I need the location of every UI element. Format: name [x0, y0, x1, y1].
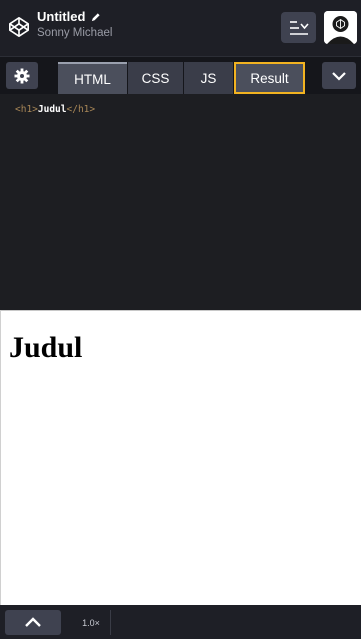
tab-css-label: CSS — [141, 70, 170, 86]
tab-html-label: HTML — [74, 71, 111, 87]
code-editor[interactable]: <h1>Judul</h1> — [0, 94, 361, 310]
codepen-logo-icon[interactable] — [8, 16, 30, 38]
layout-toggle-icon — [289, 20, 309, 35]
bottom-bar: 1.0× — [0, 605, 361, 639]
pen-title-block: Untitled Sonny Michael — [37, 9, 112, 41]
code-line-1[interactable]: <h1>Judul</h1> — [15, 104, 95, 116]
zoom-level[interactable]: 1.0× — [72, 610, 111, 635]
editor-tab-bar: HTML CSS JS Result — [0, 57, 361, 94]
tab-css[interactable]: CSS — [128, 62, 183, 94]
chevron-down-icon — [332, 71, 346, 81]
change-view-button[interactable] — [281, 12, 316, 43]
code-open-tag: <h1> — [15, 104, 38, 115]
tab-html[interactable]: HTML — [58, 62, 127, 94]
chevron-up-icon — [25, 617, 41, 627]
gear-icon — [14, 68, 30, 83]
top-bar: Untitled Sonny Michael — [0, 0, 361, 57]
user-avatar-icon — [324, 11, 357, 44]
user-avatar[interactable] — [324, 11, 357, 44]
settings-button[interactable] — [6, 62, 38, 89]
tab-result-label: Result — [250, 70, 289, 86]
expand-console-button[interactable] — [5, 610, 61, 635]
collapse-editor-button[interactable] — [322, 62, 356, 89]
tab-js-label: JS — [200, 70, 217, 86]
tab-js[interactable]: JS — [184, 62, 233, 94]
preview-heading: Judul — [9, 331, 83, 364]
code-close-tag: </h1> — [66, 104, 96, 115]
pen-title[interactable]: Untitled — [37, 9, 85, 25]
pen-title-row[interactable]: Untitled — [37, 9, 112, 25]
result-preview[interactable]: Judul — [0, 310, 361, 605]
pencil-icon[interactable] — [90, 12, 101, 23]
code-text: Judul — [37, 104, 67, 115]
tab-result[interactable]: Result — [234, 62, 305, 94]
pen-author[interactable]: Sonny Michael — [37, 25, 112, 41]
